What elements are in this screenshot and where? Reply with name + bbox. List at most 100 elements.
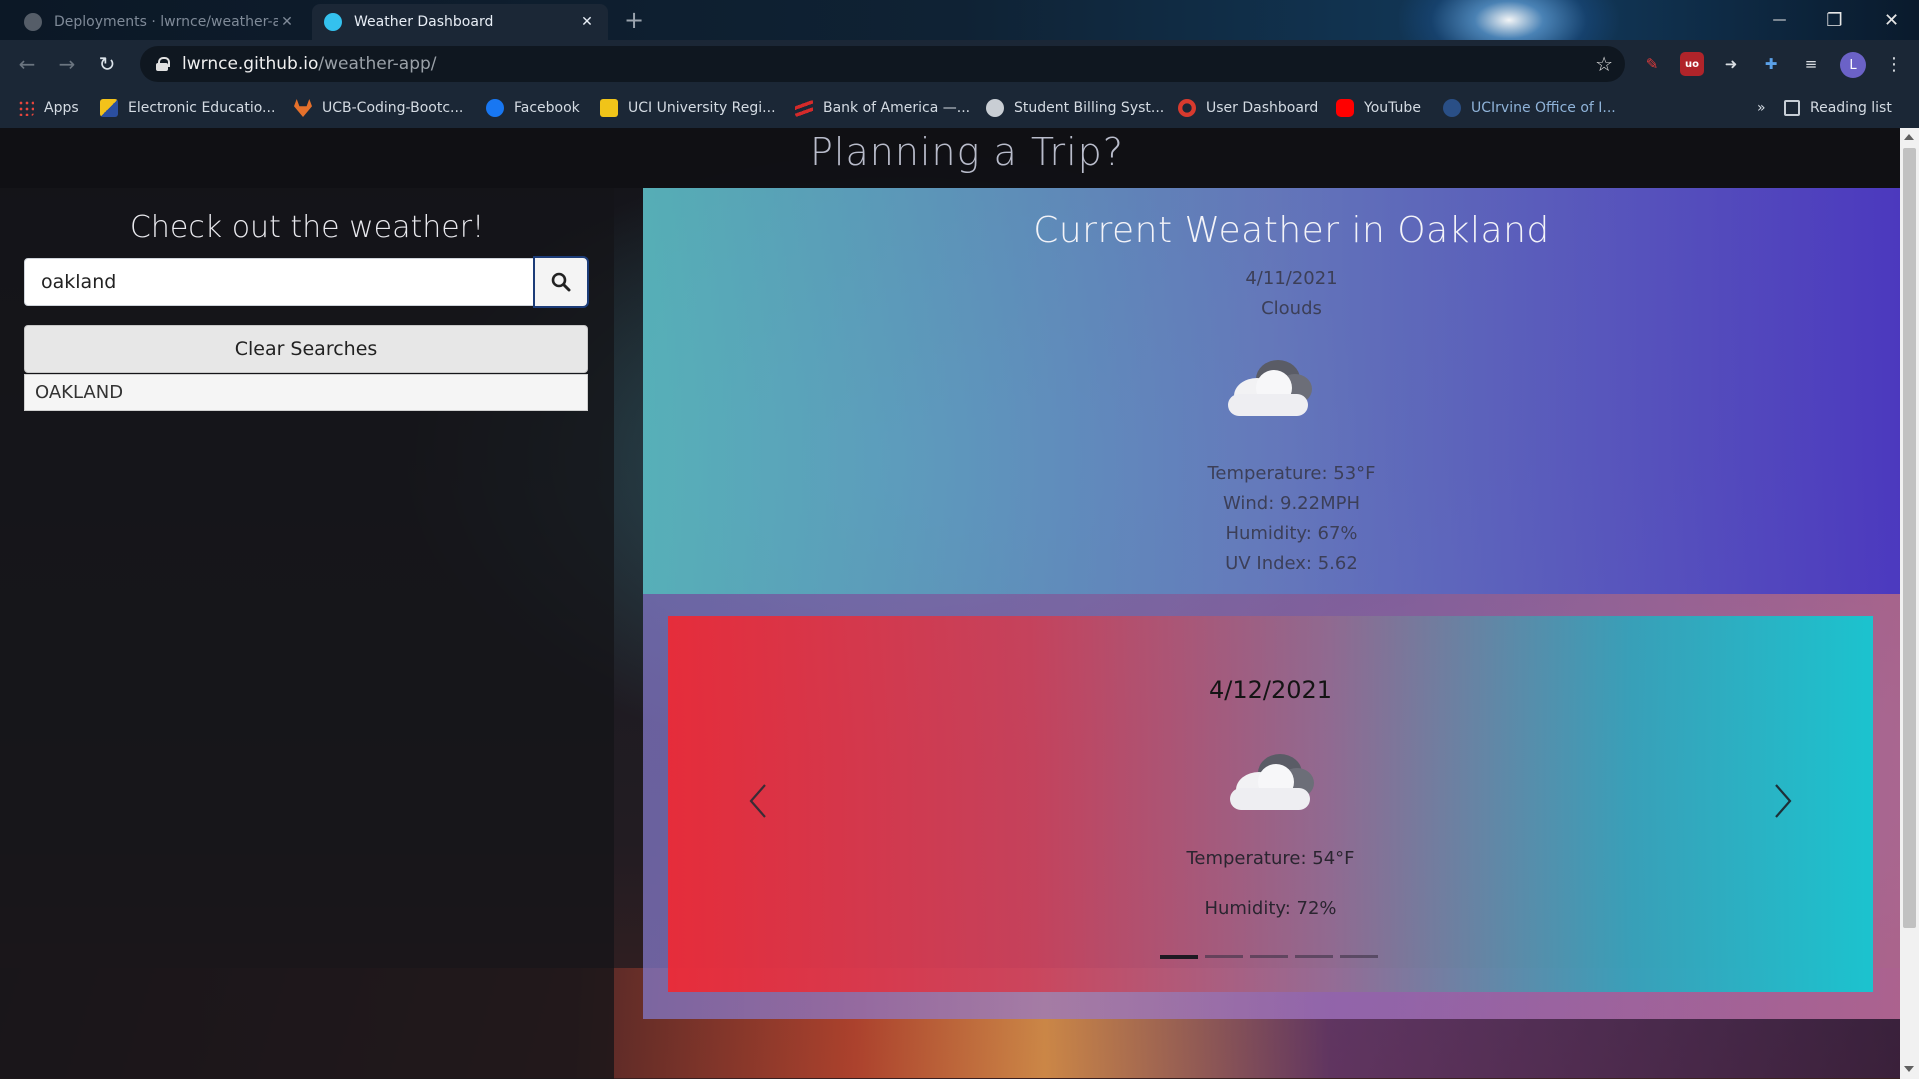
youtube-icon <box>1336 99 1354 117</box>
minimize-button[interactable]: — <box>1752 0 1807 40</box>
background-flare <box>1399 0 1619 40</box>
bookmark-label: Bank of America —... <box>823 100 971 116</box>
menu-kebab-icon[interactable]: ⋮ <box>1882 52 1906 76</box>
reading-list-icon <box>1784 100 1800 116</box>
bookmark-star-icon[interactable]: ☆ <box>1595 52 1613 76</box>
new-tab-button[interactable]: + <box>624 6 644 34</box>
clouds-icon <box>1226 360 1316 416</box>
current-condition: Clouds <box>1261 298 1322 319</box>
carousel-indicator[interactable] <box>1205 955 1243 958</box>
carousel-indicator[interactable] <box>1295 955 1333 958</box>
clouds-icon <box>1228 754 1318 810</box>
carousel-indicator[interactable] <box>1250 955 1288 958</box>
bookmark-youtube[interactable]: YouTube <box>1336 88 1421 128</box>
current-date: 4/11/2021 <box>1245 268 1338 289</box>
scroll-down-arrow[interactable] <box>1904 1066 1914 1072</box>
globe-icon <box>986 99 1004 117</box>
tab-deployments[interactable]: Deployments · lwrnce/weather-a ✕ <box>12 4 308 40</box>
current-wind: Wind: 9.22MPH <box>1222 493 1361 514</box>
bookmark-label: UCI University Regi... <box>628 100 776 116</box>
extensions-puzzle-icon[interactable]: ✚ <box>1759 52 1783 76</box>
bookmark-student-billing[interactable]: Student Billing Syst... <box>986 88 1164 128</box>
close-window-button[interactable]: ✕ <box>1864 0 1919 40</box>
facebook-icon <box>486 99 504 117</box>
bookmark-label: UCB-Coding-Bootc... <box>322 100 464 116</box>
current-weather-card: Current Weather in Oakland 4/11/2021 Clo… <box>643 188 1900 594</box>
extension-red-icon[interactable]: ✎ <box>1640 52 1664 76</box>
url-path: /weather-app/ <box>318 54 437 74</box>
current-temperature: Temperature: 53°F <box>1207 463 1376 484</box>
ublock-icon[interactable]: uo <box>1680 52 1704 76</box>
lock-icon <box>156 57 170 71</box>
forecast-humidity: Humidity: 72% <box>1204 898 1337 919</box>
gitlab-icon <box>294 99 312 117</box>
tab-title: Deployments · lwrnce/weather-a <box>54 14 278 30</box>
close-tab-icon[interactable]: ✕ <box>578 14 596 30</box>
bookmark-label: Apps <box>44 100 79 116</box>
bookmark-label: Student Billing Syst... <box>1014 100 1165 116</box>
page-viewport: Planning a Trip? Check out the weather! … <box>0 128 1900 1079</box>
reading-list-button[interactable]: Reading list <box>1784 88 1892 128</box>
address-bar[interactable]: lwrnce.github.io/weather-app/ ☆ <box>140 46 1625 82</box>
carousel-prev-button[interactable] <box>738 776 778 826</box>
bookmark-uci-office[interactable]: UCIrvine Office of I... <box>1443 88 1616 128</box>
chevron-left-icon <box>749 784 766 818</box>
search-button[interactable] <box>533 256 589 308</box>
weather-panel: Current Weather in Oakland 4/11/2021 Clo… <box>643 188 1900 1019</box>
page-title: Planning a Trip? <box>810 130 1124 174</box>
tab-title: Weather Dashboard <box>354 14 494 30</box>
extension-arrow-icon[interactable]: ➜ <box>1719 52 1743 76</box>
globe-icon <box>324 13 342 31</box>
bookmark-uci-registrar[interactable]: UCI University Regi... <box>600 88 776 128</box>
bookmark-apps[interactable]: Apps <box>18 88 79 128</box>
bookmark-label: YouTube <box>1364 100 1421 116</box>
carousel-next-button[interactable] <box>1763 776 1803 826</box>
uci-icon <box>1443 99 1461 117</box>
bank-icon <box>795 99 813 117</box>
current-weather-title: Current Weather in Oakland <box>1033 210 1550 251</box>
apps-grid-icon <box>18 100 34 116</box>
page-scrollbar[interactable] <box>1900 128 1919 1079</box>
reload-icon[interactable]: ↻ <box>93 50 121 78</box>
forward-icon[interactable]: → <box>53 50 81 78</box>
current-humidity: Humidity: 67% <box>1225 523 1358 544</box>
carousel-indicator[interactable] <box>1340 955 1378 958</box>
bookmark-label: User Dashboard <box>1206 100 1319 116</box>
bookmarks-bar: Apps Electronic Educatio... UCB-Coding-B… <box>0 88 1919 128</box>
clear-searches-button[interactable]: Clear Searches <box>24 325 588 373</box>
back-icon[interactable]: ← <box>13 50 41 78</box>
search-panel: Check out the weather! oakland Clear Sea… <box>0 188 614 1079</box>
bookmark-user-dashboard[interactable]: User Dashboard <box>1178 88 1318 128</box>
scrollbar-thumb[interactable] <box>1903 148 1916 928</box>
github-icon <box>24 13 42 31</box>
reg-icon <box>600 99 618 117</box>
bookmark-ucb-coding-bootcamp[interactable]: UCB-Coding-Bootc... <box>294 88 463 128</box>
carousel-indicator[interactable] <box>1160 955 1198 959</box>
forecast-date: 4/12/2021 <box>1208 676 1333 704</box>
tab-weather-dashboard[interactable]: Weather Dashboard ✕ <box>312 4 608 40</box>
browser-toolbar: ← → ↻ lwrnce.github.io/weather-app/ ☆ ✎ … <box>0 40 1919 88</box>
media-queue-icon[interactable]: ≡ <box>1799 52 1823 76</box>
city-search-input[interactable]: oakland <box>24 258 534 306</box>
search-history-item[interactable]: OAKLAND <box>24 374 588 411</box>
url-host: lwrnce.github.io <box>182 54 319 74</box>
forecast-carousel: 4/12/2021 Temperature: 54°F Humidity: 72… <box>668 616 1873 992</box>
chevron-right-icon <box>1775 784 1792 818</box>
bookmark-label: Facebook <box>514 100 580 116</box>
profile-avatar[interactable]: L <box>1840 52 1866 78</box>
bookmark-label: Electronic Educatio... <box>128 100 276 116</box>
close-tab-icon[interactable]: ✕ <box>278 14 296 30</box>
bookmark-facebook[interactable]: Facebook <box>486 88 580 128</box>
bookmark-label: UCIrvine Office of I... <box>1471 100 1616 116</box>
scroll-up-arrow[interactable] <box>1904 134 1914 140</box>
restore-button[interactable]: ❐ <box>1807 0 1862 40</box>
bookmark-bank-of-america[interactable]: Bank of America —... <box>795 88 970 128</box>
forecast-temperature: Temperature: 54°F <box>1186 848 1355 869</box>
carousel-indicators <box>1160 955 1378 959</box>
reading-list-label: Reading list <box>1810 100 1892 116</box>
bookmarks-overflow-button[interactable]: » <box>1757 88 1766 128</box>
search-icon <box>551 272 571 292</box>
dashboard-icon <box>1178 99 1196 117</box>
page-header: Planning a Trip? <box>0 128 1900 188</box>
bookmark-electronic-education[interactable]: Electronic Educatio... <box>100 88 275 128</box>
